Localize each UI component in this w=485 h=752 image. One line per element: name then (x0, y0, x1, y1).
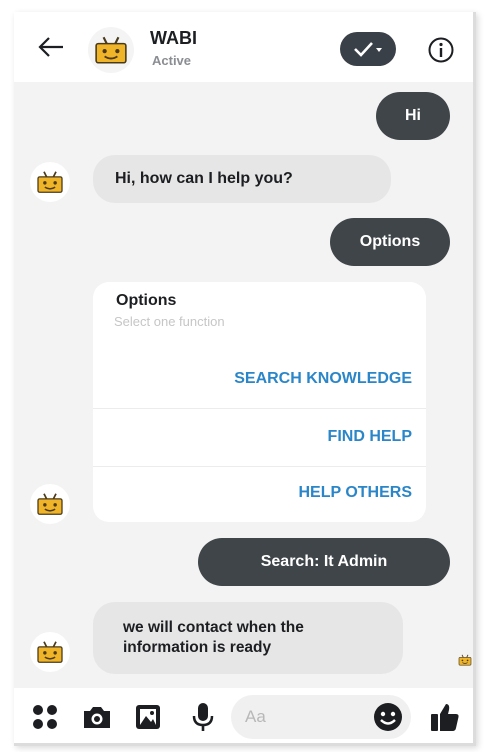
microphone-icon[interactable] (186, 700, 220, 734)
user-message[interactable]: Options (330, 218, 450, 266)
message-text: Hi (405, 107, 421, 124)
bot-avatar[interactable] (88, 27, 134, 73)
user-message[interactable]: Search: It Admin (198, 538, 450, 586)
back-arrow-icon[interactable] (36, 32, 66, 62)
message-text: Options (359, 233, 421, 250)
option-help-others[interactable]: HELP OTHERS (93, 464, 426, 522)
info-icon[interactable] (427, 36, 455, 64)
bot-face-icon (37, 170, 63, 194)
emoji-icon[interactable] (371, 700, 405, 734)
user-message[interactable]: Hi (376, 92, 450, 140)
card-subtitle: Select one function (114, 314, 225, 329)
checkmark-dropdown-icon (354, 42, 382, 57)
thumbs-up-icon[interactable] (428, 700, 462, 734)
option-find-help[interactable]: FIND HELP (93, 408, 426, 466)
gallery-icon[interactable] (132, 700, 166, 734)
bot-status: Active (152, 53, 192, 68)
bot-avatar-small (30, 484, 70, 524)
options-card: Options Select one function SEARCH KNOWL… (93, 282, 426, 522)
message-text: Search: It Admin (260, 553, 388, 570)
bot-face-icon (37, 640, 63, 664)
bot-name: WABI (150, 28, 197, 48)
bot-message[interactable]: we will contact when the information is … (93, 602, 403, 674)
card-title: Options (116, 292, 177, 309)
chat-header: WABI Active (14, 12, 473, 82)
bot-face-icon (37, 492, 63, 516)
bot-avatar-small (30, 162, 70, 202)
message-text: we will contact when the information is … (123, 619, 304, 656)
status-check-button[interactable] (340, 32, 396, 66)
camera-icon[interactable] (80, 700, 114, 734)
apps-grid-icon[interactable] (28, 700, 62, 734)
bot-avatar-small (30, 632, 70, 672)
message-composer (14, 688, 473, 743)
bot-message[interactable]: Hi, how can I help you? (93, 155, 391, 203)
bot-face-icon (95, 36, 127, 64)
messenger-window: WABI Active Hi Hi, how can I help you? O… (14, 12, 476, 746)
seen-indicator-icon (458, 654, 472, 666)
option-search-knowledge[interactable]: SEARCH KNOWLEDGE (93, 350, 426, 408)
message-text: Hi, how can I help you? (115, 170, 293, 187)
